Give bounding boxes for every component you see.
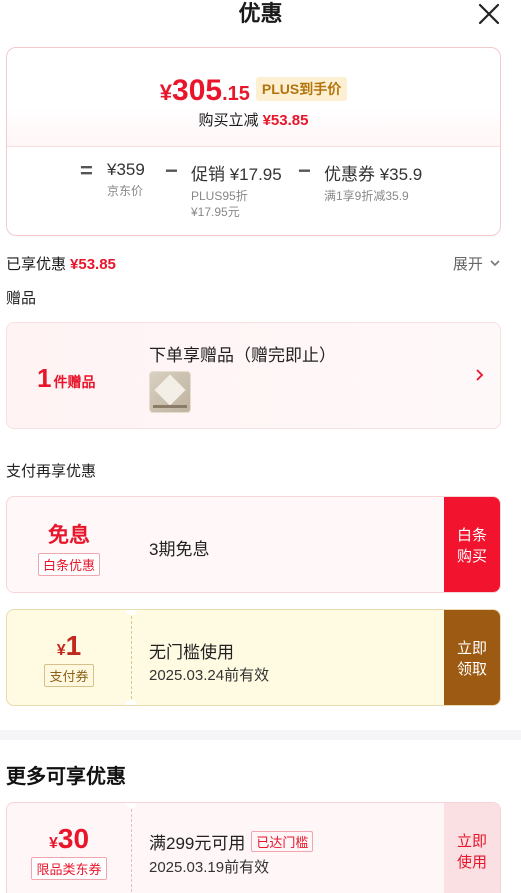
section-separator bbox=[0, 730, 521, 740]
baitiao-buy-button[interactable]: 白条购买 bbox=[444, 497, 500, 592]
reduce-value: ¥53.85 bbox=[262, 112, 309, 129]
jd-coupon-expire: 2025.03.19前有效 bbox=[149, 859, 270, 876]
gift-title: 下单享赠品（赠完即止） bbox=[149, 346, 336, 365]
coupon-notch-bottom bbox=[125, 700, 137, 705]
pay-coupon-card: ¥1 支付券 无门槛使用 2025.03.24前有效 立即领取 bbox=[6, 609, 501, 706]
close-icon[interactable] bbox=[477, 2, 501, 26]
minus-sign: − bbox=[165, 158, 178, 183]
gift-count-label: 件赠品 bbox=[53, 374, 96, 390]
enjoyed-label: 已享优惠 bbox=[6, 256, 67, 273]
price-integer: 305 bbox=[172, 74, 223, 107]
final-price: ¥305.15 PLUS到手价 bbox=[7, 74, 500, 108]
enjoyed-value: ¥53.85 bbox=[70, 256, 116, 273]
jd-price-item: ¥359 京东价 bbox=[107, 160, 145, 199]
plus-price-tag: PLUS到手价 bbox=[255, 77, 348, 101]
pay-coupon-currency: ¥ bbox=[56, 642, 66, 659]
pay-section-title: 支付再享优惠 bbox=[6, 463, 97, 480]
enjoyed-discount-row: 已享优惠 ¥53.85 展开 bbox=[6, 253, 501, 274]
use-coupon-button[interactable]: 立即使用 bbox=[444, 803, 500, 893]
chevron-down-icon bbox=[490, 260, 500, 267]
gift-section-title: 赠品 bbox=[6, 290, 37, 307]
free-interest-label: 免息 bbox=[48, 524, 90, 547]
jd-coupon-amount: ¥30 bbox=[7, 823, 131, 855]
reduce-line: 购买立减 ¥53.85 bbox=[7, 109, 500, 130]
gift-count-number: 1 bbox=[37, 363, 52, 393]
page-title: 优惠 bbox=[238, 1, 283, 26]
price-currency: ¥ bbox=[159, 80, 173, 105]
jd-price-value: ¥359 bbox=[107, 160, 145, 179]
header: 优惠 bbox=[0, 0, 521, 32]
gift-thumbnail-shape bbox=[154, 374, 186, 406]
claim-coupon-button[interactable]: 立即领取 bbox=[444, 610, 500, 705]
baitiao-left: 免息 白条优惠 bbox=[7, 497, 131, 592]
gift-thumbnail-caption bbox=[153, 405, 187, 408]
baitiao-free-interest-card: 免息 白条优惠 3期免息 白条购买 bbox=[6, 496, 501, 593]
gift-count: 1 件赠品 bbox=[37, 363, 95, 394]
promo-value: 促销 ¥17.95 bbox=[191, 165, 282, 184]
gift-card[interactable]: 1 件赠品 下单享赠品（赠完即止） bbox=[6, 322, 501, 429]
pay-coupon-desc: 无门槛使用 bbox=[149, 643, 234, 662]
jd-coupon-desc: 满299元可用 bbox=[149, 834, 246, 853]
pay-coupon-number: 1 bbox=[65, 630, 82, 661]
coupon-value: 优惠券 ¥35.9 bbox=[324, 165, 423, 184]
gift-thumbnail[interactable] bbox=[149, 371, 191, 413]
reduce-label: 购买立减 bbox=[198, 112, 259, 129]
promo-item: 促销 ¥17.95 PLUS95折 ¥17.95元 bbox=[191, 160, 282, 220]
coupon-divider bbox=[131, 616, 132, 699]
price-breakdown: = ¥359 京东价 − 促销 ¥17.95 PLUS95折 ¥17.95元 −… bbox=[7, 158, 500, 230]
jd-coupon-card: ¥30 限品类东券 满299元可用 已达门槛 2025.03.19前有效 立即使用 bbox=[6, 802, 501, 893]
more-discounts-title: 更多可享优惠 bbox=[6, 766, 126, 788]
reached-threshold-tag: 已达门槛 bbox=[251, 831, 314, 852]
jd-coupon-number: 30 bbox=[57, 823, 90, 854]
price-decimal: .15 bbox=[222, 83, 250, 105]
pay-coupon-tag: 支付券 bbox=[44, 664, 94, 687]
installment-desc: 3期免息 bbox=[149, 540, 210, 559]
price-summary-card: ¥305.15 PLUS到手价 购买立减 ¥53.85 = ¥359 京东价 − 促… bbox=[6, 47, 501, 236]
jd-price-label: 京东价 bbox=[107, 184, 144, 198]
baitiao-tag: 白条优惠 bbox=[37, 553, 100, 576]
promo-sub2: ¥17.95元 bbox=[191, 205, 240, 219]
jd-coupon-left: ¥30 限品类东券 bbox=[7, 803, 131, 893]
divider bbox=[7, 146, 500, 147]
pay-coupon-expire: 2025.03.24前有效 bbox=[149, 667, 270, 684]
coupon-sub: 满1享9折减35.9 bbox=[324, 189, 409, 203]
pay-coupon-amount: ¥1 bbox=[7, 630, 131, 662]
jd-coupon-tag: 限品类东券 bbox=[31, 857, 107, 880]
pay-coupon-left: ¥1 支付券 bbox=[7, 610, 131, 705]
jd-coupon-mid: 满299元可用 已达门槛 2025.03.19前有效 bbox=[137, 803, 444, 893]
coupon-item: 优惠券 ¥35.9 满1享9折减35.9 bbox=[324, 160, 422, 204]
minus-sign: − bbox=[298, 158, 311, 183]
expand-label: 展开 bbox=[452, 256, 483, 273]
chevron-right-icon bbox=[476, 369, 484, 381]
promo-sub1: PLUS95折 bbox=[191, 189, 248, 203]
pay-coupon-mid: 无门槛使用 2025.03.24前有效 bbox=[137, 610, 444, 705]
coupon-divider bbox=[131, 809, 132, 892]
equals-sign: = bbox=[80, 158, 93, 183]
baitiao-mid: 3期免息 bbox=[137, 497, 444, 592]
jd-coupon-desc-row: 满299元可用 已达门槛 bbox=[149, 829, 314, 854]
jd-coupon-currency: ¥ bbox=[48, 835, 58, 852]
expand-toggle[interactable]: 展开 bbox=[453, 253, 501, 274]
